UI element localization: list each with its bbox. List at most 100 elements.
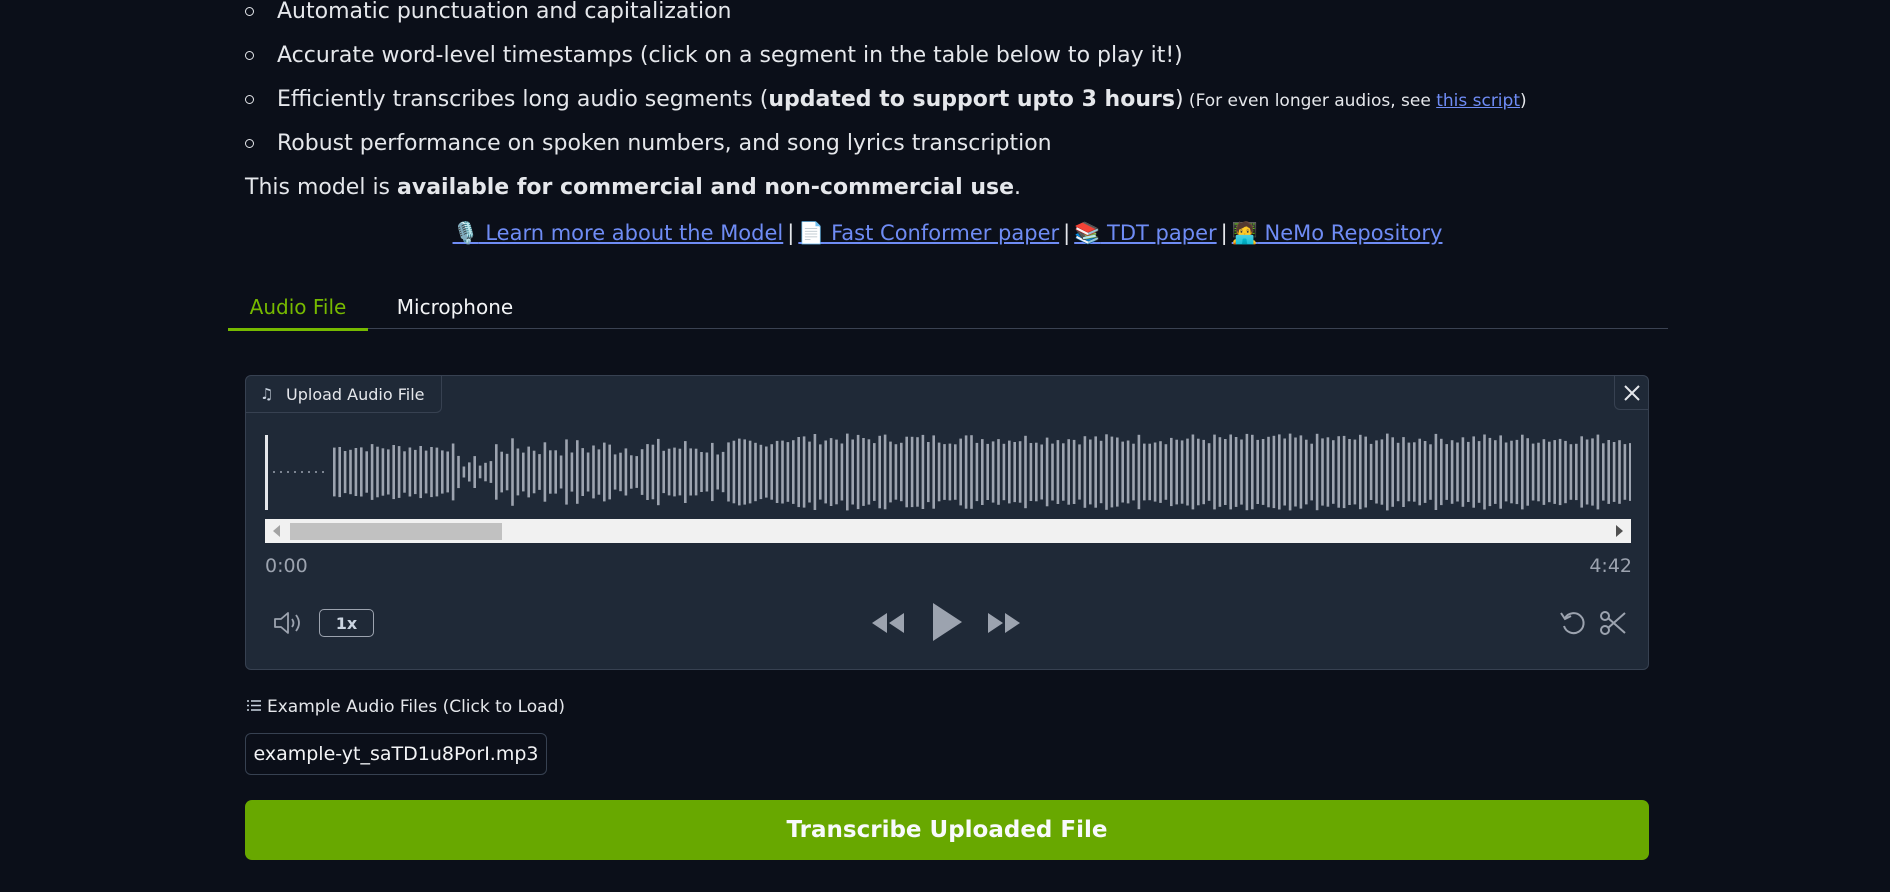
waveform-bar (1596, 434, 1600, 510)
waveform-bar (1229, 434, 1232, 510)
waveform-bar (1434, 433, 1438, 510)
waveform-bar (538, 454, 541, 490)
waveform-bar (1315, 433, 1319, 511)
list-icon (247, 697, 261, 717)
waveform-bar (1045, 437, 1049, 507)
scroll-left-arrow-icon[interactable] (273, 525, 280, 537)
waveform-bar (1477, 441, 1481, 503)
waveform-bar (1521, 434, 1524, 510)
waveform-bar (738, 438, 741, 506)
waveform-bar (484, 462, 487, 482)
microphone-icon: 🎙️ (452, 221, 479, 245)
waveform-bar (511, 438, 514, 506)
waveform-bar (1423, 441, 1427, 503)
waveform-bar (549, 450, 552, 494)
waveform-bar (797, 437, 800, 508)
tab-microphone[interactable]: Microphone (392, 290, 518, 328)
waveform-bar (570, 452, 574, 492)
waveform-bar (975, 442, 979, 502)
waveform-bar (1526, 438, 1529, 506)
nemo-repository-link[interactable]: 🧑‍💻 NeMo Repository (1232, 221, 1443, 245)
waveform-bar (1407, 442, 1411, 502)
waveform[interactable] (265, 431, 1631, 511)
waveform-bar (365, 451, 368, 493)
waveform-bar (522, 452, 525, 492)
learn-more-model-link[interactable]: 🎙️ Learn more about the Model (453, 221, 784, 245)
waveform-bar (727, 442, 730, 502)
examples-label-text: Example Audio Files (Click to Load) (267, 697, 566, 717)
waveform-bar (333, 447, 336, 497)
waveform-bar (1018, 441, 1022, 503)
waveform-bar (1078, 444, 1081, 500)
waveform-bar (840, 443, 844, 501)
skip-backward-button[interactable] (870, 608, 906, 638)
waveform-bar (505, 453, 509, 491)
playback-speed-button[interactable]: 1x (319, 609, 374, 637)
waveform-bar (1191, 434, 1195, 510)
commercial-text: This model is (245, 175, 398, 200)
waveform-bar (430, 447, 433, 498)
waveform-bar (905, 436, 908, 508)
scroll-right-arrow-icon[interactable] (1616, 525, 1623, 537)
waveform-bar (446, 451, 449, 493)
waveform-bar (1245, 433, 1249, 511)
waveform-bar (1234, 437, 1238, 507)
waveform-bar (586, 452, 590, 492)
waveform-bar (711, 442, 714, 502)
waveform-bar (613, 454, 617, 490)
waveform-bar (883, 434, 887, 510)
note-text-end: ) (1519, 91, 1527, 111)
waveform-bar (937, 442, 941, 502)
waveform-bar (1240, 439, 1243, 505)
waveform-bar (743, 439, 746, 505)
waveform-scrollbar[interactable] (265, 519, 1631, 543)
close-icon (1623, 384, 1640, 401)
waveform-bar (640, 449, 644, 495)
waveform-bar (1272, 435, 1276, 509)
waveform-bar (867, 439, 871, 505)
play-button[interactable] (929, 600, 965, 644)
clear-audio-button[interactable] (1614, 376, 1648, 410)
tab-audio-file[interactable]: Audio File (228, 290, 368, 331)
fast-conformer-paper-link[interactable]: 📄 Fast Conformer paper (798, 221, 1059, 245)
waveform-bar (527, 446, 530, 498)
waveform-bar (354, 448, 358, 496)
commercial-use-statement: This model is available for commercial a… (245, 166, 1650, 210)
trim-button[interactable] (1598, 608, 1628, 638)
feature-bold-text: updated to support upto 3 hours (768, 87, 1175, 112)
waveform-bar (489, 461, 493, 483)
link-separator: | (787, 221, 795, 245)
waveform-bar (716, 454, 719, 490)
waveform-bar (1278, 434, 1281, 510)
waveform-bar (705, 452, 709, 492)
volume-button[interactable] (272, 608, 306, 638)
feature-item: Efficiently transcribes long audio segme… (245, 78, 1650, 122)
waveform-bar (835, 439, 838, 505)
document-icon: 📄 (798, 221, 825, 245)
rewind-icon (872, 613, 904, 633)
feature-item: Accurate word-level timestamps (click on… (245, 34, 1650, 78)
tdt-paper-link[interactable]: 📚 TDT paper (1074, 221, 1216, 245)
waveform-bar (1132, 443, 1135, 501)
waveform-bar (1062, 443, 1065, 501)
scrollbar-thumb[interactable] (290, 523, 502, 540)
waveform-bar (1094, 436, 1097, 508)
reset-button[interactable] (1558, 608, 1588, 638)
waveform-bar (1564, 440, 1567, 504)
waveform-bar (1531, 443, 1535, 501)
playhead-cursor[interactable] (265, 435, 268, 510)
waveform-bar (1321, 438, 1324, 506)
waveform-bar (1310, 443, 1313, 501)
example-audio-file-button[interactable]: example-yt_saTD1u8PorI.mp3 (245, 733, 547, 775)
feature-text: Robust performance on spoken numbers, an… (277, 131, 1052, 156)
waveform-bar (651, 444, 655, 500)
skip-forward-button[interactable] (986, 608, 1022, 638)
transcribe-uploaded-file-button[interactable]: Transcribe Uploaded File (245, 800, 1649, 860)
waveform-bar (424, 450, 428, 494)
waveform-bar (1267, 436, 1270, 508)
waveform-bar (1180, 440, 1184, 504)
waveform-bar (1288, 433, 1292, 511)
waveform-bar (657, 438, 660, 506)
waveform-bar (792, 440, 795, 504)
this-script-link[interactable]: this script (1436, 91, 1520, 111)
